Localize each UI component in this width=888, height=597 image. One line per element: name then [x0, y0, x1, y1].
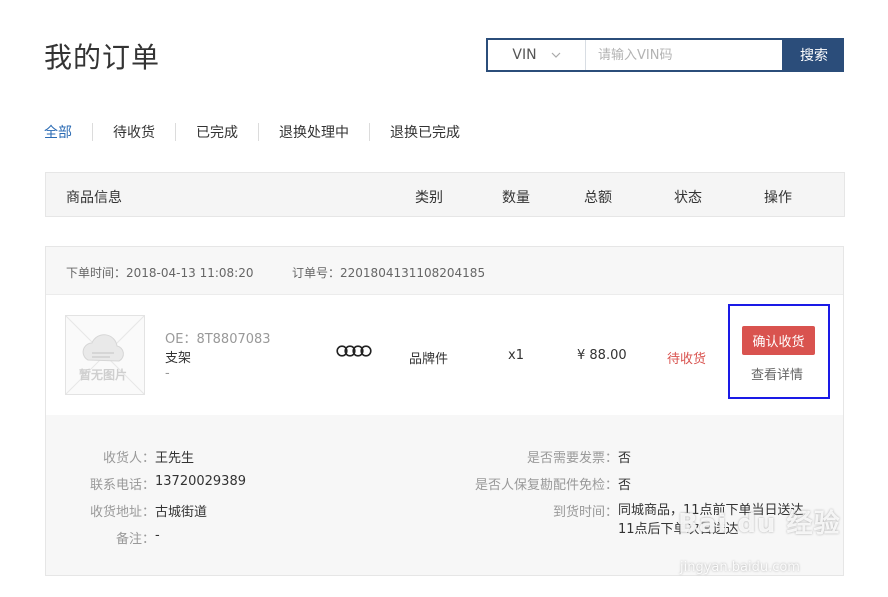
note-value: - — [155, 528, 160, 543]
order-number-label: 订单号： — [292, 266, 341, 280]
header-quantity: 数量 — [502, 190, 530, 206]
product-category: 品牌件 — [409, 352, 449, 367]
watermark-url: jingyan.baidu.com — [680, 560, 800, 575]
tab-divider — [92, 123, 93, 141]
tab-completed[interactable]: 已完成 — [196, 122, 238, 142]
insurance-row: 是否人保复勘配件免检： 否 — [446, 474, 631, 493]
order-status: 待收货 — [667, 352, 707, 367]
search-type-value: VIN — [512, 47, 537, 63]
tab-divider — [369, 123, 370, 141]
order-action-highlight: 确认收货 查看详情 — [728, 304, 830, 399]
search-box: VIN — [486, 38, 784, 72]
tab-pending-receipt[interactable]: 待收货 — [113, 122, 155, 142]
order-status-tabs: 全部 待收货 已完成 退换处理中 退换已完成 — [44, 122, 460, 142]
invoice-value: 否 — [618, 451, 632, 466]
vin-search-bar: VIN 搜索 — [486, 38, 844, 72]
note-label: 备注： — [115, 532, 155, 547]
confirm-receipt-button[interactable]: 确认收货 — [742, 326, 815, 355]
order-total: ¥ 88.00 — [577, 348, 627, 363]
phone-label: 联系电话： — [89, 478, 155, 493]
header-category: 类别 — [415, 190, 443, 206]
address-value: 古城街道 — [155, 505, 208, 520]
order-time-value: 2018-04-13 11:08:20 — [126, 266, 254, 280]
product-name[interactable]: 支架 — [165, 347, 191, 366]
invoice-label: 是否需要发票： — [526, 451, 618, 466]
order-time: 下单时间：2018-04-13 11:08:20 — [66, 264, 253, 281]
delivery-label: 到货时间： — [552, 505, 618, 520]
order-table-header: 商品信息 类别 数量 总额 状态 操作 — [45, 172, 845, 217]
tab-all[interactable]: 全部 — [44, 122, 72, 142]
recipient-value: 王先生 — [155, 451, 195, 466]
tab-divider — [258, 123, 259, 141]
tab-return-completed[interactable]: 退换已完成 — [390, 122, 460, 142]
view-details-link[interactable]: 查看详情 — [751, 364, 803, 383]
insurance-value: 否 — [618, 478, 632, 493]
product-oe-number: OE：8T8807083 — [165, 332, 271, 347]
phone-value: 13720029389 — [155, 474, 246, 489]
header-product-info: 商品信息 — [66, 190, 122, 206]
recipient-row: 收货人： 王先生 — [46, 447, 194, 466]
order-number: 订单号：2201804131108204185 — [292, 264, 485, 281]
shipping-info: 收货人： 王先生 联系电话： 13720029389 收货地址： 古城街道 备注… — [46, 415, 843, 575]
product-extra: - — [165, 366, 170, 381]
phone-row: 联系电话： 13720029389 — [46, 474, 246, 493]
recipient-label: 收货人： — [102, 451, 155, 466]
product-quantity: x1 — [508, 348, 524, 363]
header-action: 操作 — [764, 190, 792, 206]
audi-rings-icon — [336, 345, 372, 357]
order-product-row: 暂无图片 OE：8T8807083 支架 - 品牌件 x1 ¥ 88.00 待收… — [46, 295, 843, 415]
header-total: 总额 — [584, 190, 612, 206]
insurance-label: 是否人保复勘配件免检： — [474, 478, 618, 493]
order-number-value: 2201804131108204185 — [340, 266, 486, 280]
page-title: 我的订单 — [44, 41, 161, 74]
search-type-select[interactable]: VIN — [488, 40, 586, 70]
vin-search-input[interactable] — [586, 40, 782, 70]
address-row: 收货地址： 古城街道 — [46, 501, 207, 520]
product-thumbnail[interactable]: 暂无图片 — [65, 315, 145, 395]
order-meta: 下单时间：2018-04-13 11:08:20 订单号：22018041311… — [46, 247, 843, 295]
note-row: 备注： - — [46, 528, 160, 547]
tab-return-processing[interactable]: 退换处理中 — [279, 122, 349, 142]
baidu-jingyan-watermark: Bai du 经验 — [678, 509, 841, 539]
header-status: 状态 — [674, 190, 702, 206]
no-image-text: 暂无图片 — [79, 368, 128, 382]
search-button[interactable]: 搜索 — [784, 38, 844, 72]
address-label: 收货地址： — [89, 505, 155, 520]
chevron-down-icon — [551, 52, 561, 58]
tab-divider — [175, 123, 176, 141]
order-time-label: 下单时间： — [66, 266, 127, 280]
invoice-row: 是否需要发票： 否 — [446, 447, 631, 466]
